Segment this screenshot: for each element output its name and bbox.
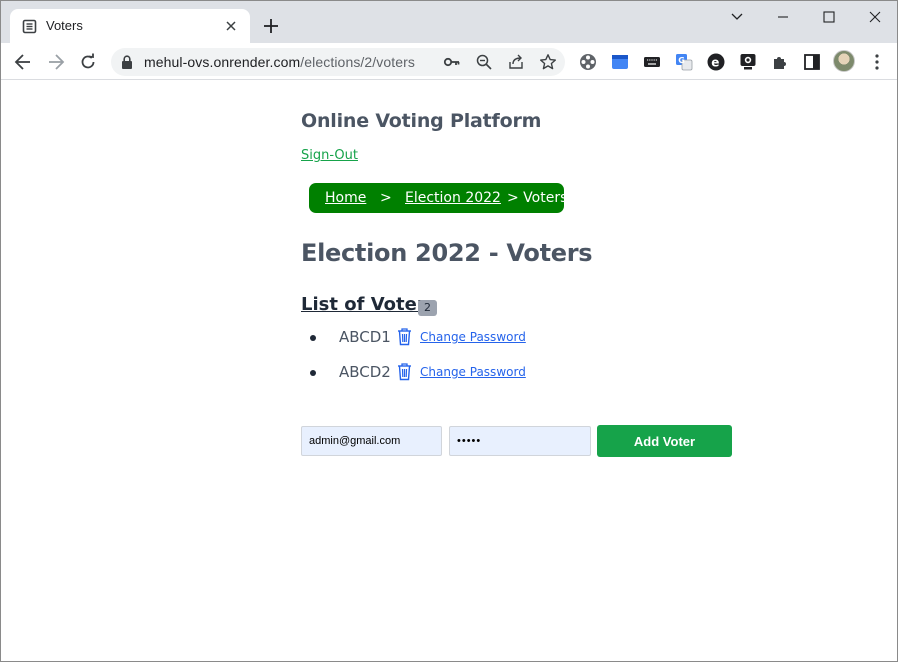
bullet (310, 370, 316, 376)
voter-count-badge: 2 (418, 300, 437, 316)
add-voter-button[interactable]: Add Voter (597, 425, 732, 457)
breadcrumb-election-link[interactable]: Election 2022 (405, 190, 501, 206)
trash-icon[interactable] (396, 327, 413, 346)
reload-icon[interactable] (78, 52, 98, 72)
trash-icon[interactable] (396, 362, 413, 381)
voter-password-input[interactable] (449, 426, 591, 456)
breadcrumb-separator: > (380, 190, 392, 206)
webcam-extension-icon[interactable] (738, 52, 758, 72)
share-icon[interactable] (507, 53, 525, 71)
voters-list-heading: List of Voters (301, 294, 437, 315)
voter-name: ABCD2 (339, 363, 391, 381)
browser-window: Voters mehul-ovs.onrender.com/elections/… (0, 0, 898, 662)
address-bar[interactable]: mehul-ovs.onrender.com/elections/2/voter… (111, 48, 565, 76)
new-tab-icon[interactable] (262, 17, 280, 35)
key-icon[interactable] (443, 53, 461, 71)
page-title: Election 2022 - Voters (301, 239, 593, 267)
change-password-link[interactable]: Change Password (420, 330, 526, 344)
document-icon (22, 19, 37, 34)
lock-icon[interactable] (121, 55, 133, 69)
zoom-out-icon[interactable] (475, 53, 493, 71)
svg-text:G: G (678, 56, 685, 65)
breadcrumb-current: > Voters (507, 190, 568, 206)
browser-toolbar: mehul-ovs.onrender.com/elections/2/voter… (1, 43, 897, 80)
list-item: ABCD1 Change Password (301, 327, 601, 349)
back-arrow-icon[interactable] (13, 52, 33, 72)
translate-extension-icon[interactable]: G (674, 52, 694, 72)
bullet (310, 335, 316, 341)
voter-name: ABCD1 (339, 328, 391, 346)
breadcrumb-home-link[interactable]: Home (325, 190, 366, 206)
e-extension-icon[interactable]: e (706, 52, 726, 72)
change-password-link[interactable]: Change Password (420, 365, 526, 379)
keyboard-extension-icon[interactable] (642, 52, 662, 72)
film-reel-extension-icon[interactable] (578, 52, 598, 72)
url-text[interactable]: mehul-ovs.onrender.com/elections/2/voter… (144, 54, 415, 70)
forward-arrow-icon[interactable] (46, 52, 66, 72)
tab-bar: Voters (1, 1, 897, 43)
tab-title: Voters (46, 18, 83, 33)
side-panel-icon[interactable] (802, 52, 822, 72)
more-menu-icon[interactable] (867, 52, 887, 72)
voter-id-input[interactable] (301, 426, 442, 456)
close-window-icon[interactable] (865, 7, 885, 27)
calendar-extension-icon[interactable] (610, 52, 630, 72)
url-host: mehul-ovs.onrender.com (144, 54, 301, 70)
breadcrumb: Home > Election 2022 > Voters (309, 183, 568, 213)
app-title: Online Voting Platform (301, 110, 542, 132)
chevron-down-icon[interactable] (727, 7, 747, 27)
bookmark-star-icon[interactable] (539, 53, 557, 71)
sign-out-link[interactable]: Sign-Out (301, 148, 358, 163)
profile-avatar[interactable] (833, 50, 855, 72)
url-path: /elections/2/voters (300, 54, 416, 70)
maximize-icon[interactable] (819, 7, 839, 27)
minimize-icon[interactable] (773, 7, 793, 27)
tab-voters[interactable]: Voters (10, 9, 250, 43)
list-item: ABCD2 Change Password (301, 362, 601, 384)
svg-text:e: e (711, 56, 719, 70)
page-content: Online Voting Platform Sign-Out Home > E… (1, 81, 897, 661)
close-tab-icon[interactable] (223, 18, 239, 34)
puzzle-extensions-icon[interactable] (770, 52, 790, 72)
